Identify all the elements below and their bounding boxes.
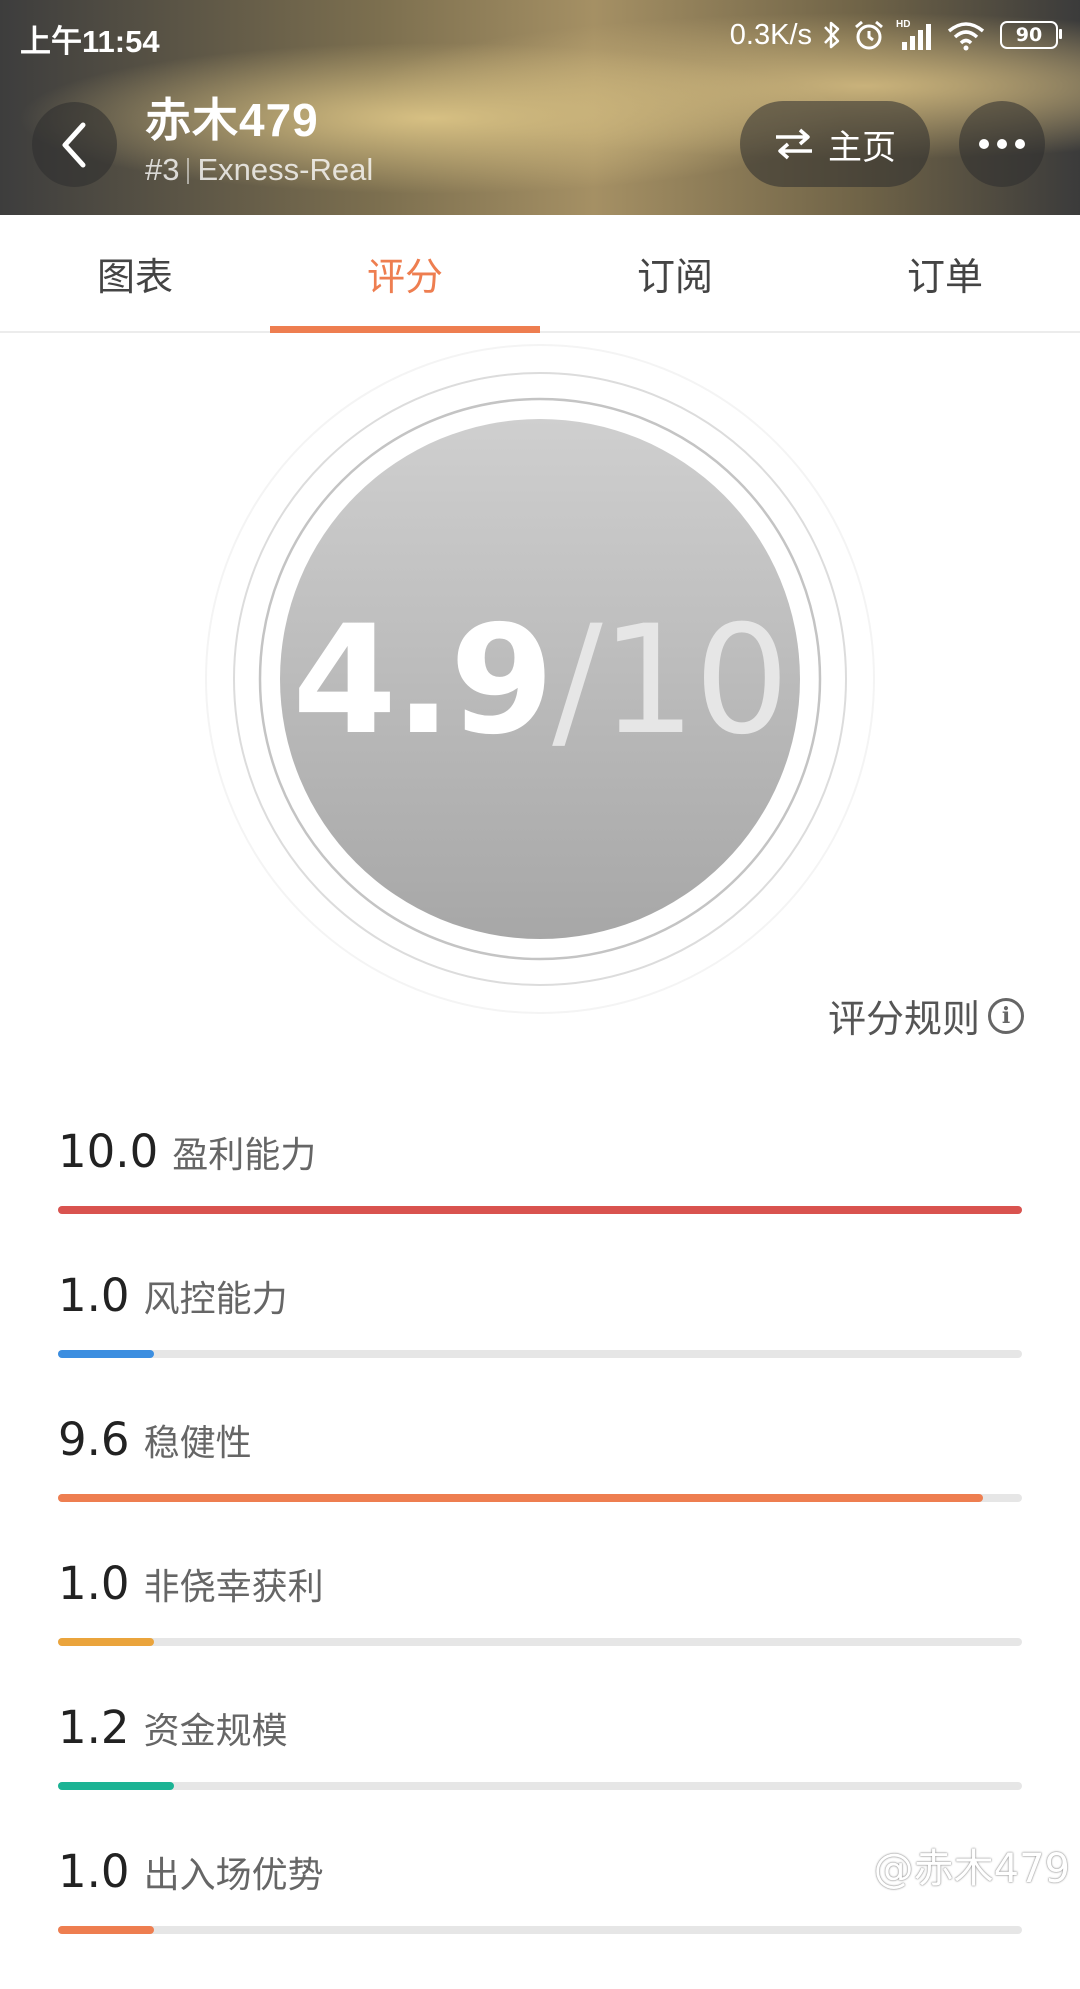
net-speed: 0.3K/s [729,18,812,51]
alarm-icon [852,18,886,52]
metric-label: 非侥幸获利 [143,1567,324,1608]
metric-progress-track [58,1494,1022,1502]
trader-rank: #3 [145,152,180,187]
score-number: 4.9 [292,594,554,768]
wifi-icon [946,19,986,51]
metric-value: 1.0 [58,1269,130,1322]
tab-orders[interactable]: 订单 [810,215,1080,331]
metric-progress-fill [58,1926,155,1934]
watermark: @赤木479 [873,1846,1070,1892]
metric-progress-track [58,1350,1022,1358]
score-value: 4.9/10 [240,596,840,766]
metric-label: 资金规模 [143,1711,288,1752]
metric-row: 9.6 稳健性 [58,1413,1022,1557]
score-circle: 4.9/10 [0,331,1080,1051]
home-button-label: 主页 [828,127,896,168]
metric-row: 1.0 风控能力 [58,1269,1022,1413]
metric-label: 稳健性 [143,1423,252,1464]
metric-value: 1.0 [58,1557,130,1610]
tab-bar: 图表 评分 订阅 订单 [0,215,1080,333]
metric-head: 10.0 盈利能力 [58,1125,1022,1191]
bluetooth-icon [822,19,842,51]
metric-row: 1.0 非侥幸获利 [58,1557,1022,1701]
metric-progress-track [58,1926,1022,1934]
score-total: /10 [552,594,789,768]
header: 上午11:54 0.3K/s HD 90 赤木479 #3 Exness-Real [0,0,1080,215]
info-icon: i [988,997,1024,1034]
metric-head: 1.0 风控能力 [58,1269,1022,1335]
metric-label: 风控能力 [143,1279,288,1320]
more-button[interactable] [959,101,1045,187]
metric-value: 9.6 [58,1413,130,1466]
trader-name: 赤木479 [145,94,319,146]
tab-chart[interactable]: 图表 [0,215,270,331]
status-bar: 上午11:54 0.3K/s HD 90 [0,0,1080,70]
divider [187,158,190,184]
chevron-left-icon [62,122,85,167]
metric-progress-fill [58,1350,155,1358]
more-dot [997,139,1007,149]
metric-label: 盈利能力 [172,1135,317,1176]
metric-progress-fill [58,1494,984,1502]
metric-progress-fill [58,1206,1022,1214]
trader-server: Exness-Real [197,152,374,187]
metric-row: 10.0 盈利能力 [58,1125,1022,1269]
scoring-rules-label: 评分规则 [827,997,980,1041]
battery-icon: 90 [1000,21,1062,49]
metric-head: 9.6 稳健性 [58,1413,1022,1479]
trader-subline: #3 Exness-Real [145,148,373,192]
metric-head: 1.2 资金规模 [58,1701,1022,1767]
more-dot [1015,139,1025,149]
metric-progress-fill [58,1638,155,1646]
back-button[interactable] [32,102,117,187]
metric-progress-track [58,1782,1022,1790]
scoring-rules-link[interactable]: 评分规则 i [828,988,1024,1043]
tab-score[interactable]: 评分 [270,215,540,333]
svg-text:HD: HD [896,19,910,30]
title-block: 赤木479 #3 Exness-Real [145,92,373,192]
metric-progress-track [58,1638,1022,1646]
metric-head: 1.0 非侥幸获利 [58,1557,1022,1623]
metric-progress-track [58,1206,1022,1214]
swap-icon [776,128,812,160]
metric-progress-fill [58,1782,174,1790]
metric-row: 1.2 资金规模 [58,1701,1022,1845]
metric-value: 1.0 [58,1845,130,1898]
metric-label: 出入场优势 [143,1855,324,1896]
metric-value: 10.0 [58,1125,159,1178]
signal-icon: HD [896,18,936,52]
more-dot [979,139,989,149]
metric-value: 1.2 [58,1701,130,1754]
status-time: 上午11:54 [20,24,160,59]
home-button[interactable]: 主页 [740,101,930,187]
tab-subscribe[interactable]: 订阅 [540,215,810,331]
status-icons: 0.3K/s HD 90 [729,14,1062,56]
